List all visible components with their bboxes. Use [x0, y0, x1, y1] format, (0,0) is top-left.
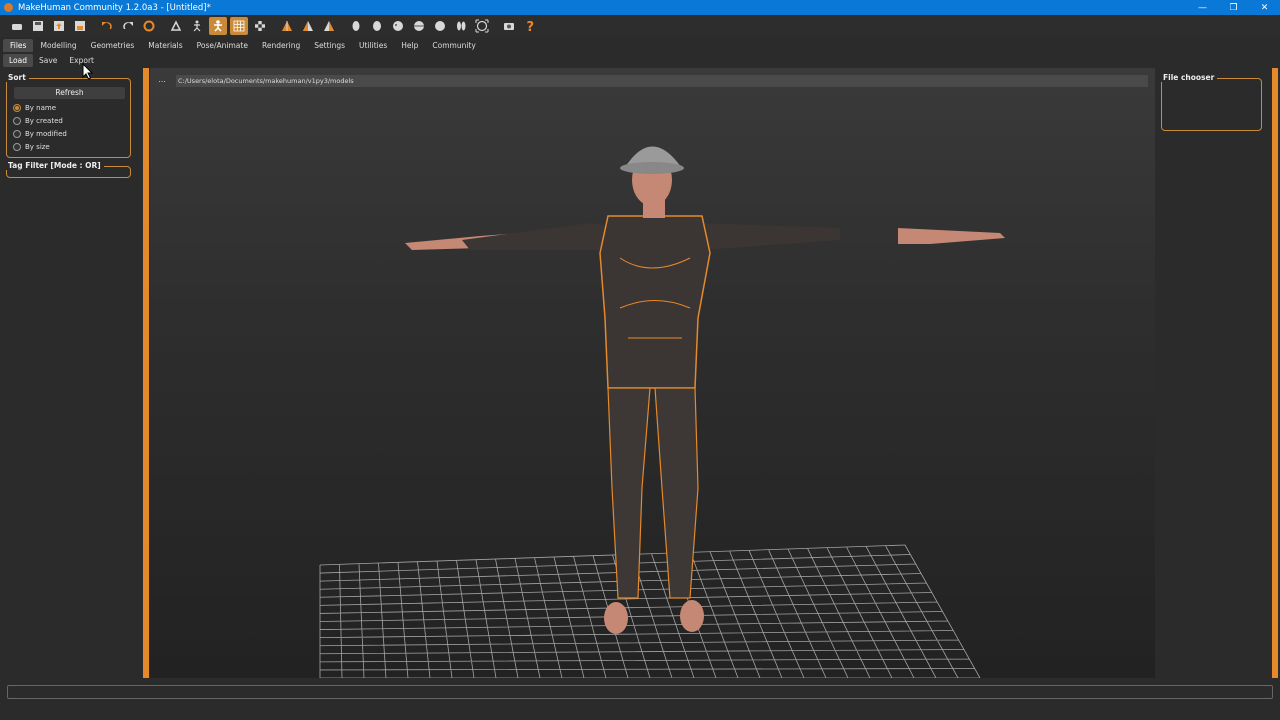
- right-panel-scrollbar[interactable]: [1272, 68, 1278, 678]
- radio-label: By created: [25, 117, 63, 125]
- skeleton-icon[interactable]: [188, 17, 206, 35]
- radio-icon: [13, 130, 21, 138]
- global-camera-icon[interactable]: [431, 17, 449, 35]
- export-icon[interactable]: [50, 17, 68, 35]
- status-bar: [0, 678, 1280, 720]
- window-title: MakeHuman Community 1.2.0a3 - [Untitled]…: [18, 2, 211, 13]
- wireframe-icon[interactable]: [230, 17, 248, 35]
- sort-by-modified[interactable]: By modified: [13, 128, 67, 140]
- radio-icon: [13, 143, 21, 151]
- feet-icon[interactable]: [452, 17, 470, 35]
- file-chooser-title: File chooser: [1160, 73, 1218, 82]
- 3d-viewport[interactable]: [150, 68, 1155, 678]
- radio-label: By size: [25, 143, 50, 151]
- tab-save[interactable]: Save: [33, 54, 63, 67]
- radio-label: By name: [25, 104, 57, 112]
- svg-text:?: ?: [527, 20, 535, 33]
- back-view-icon[interactable]: [299, 17, 317, 35]
- close-button[interactable]: ✕: [1249, 0, 1280, 15]
- left-panel: Sort Refresh By name By created By modif…: [0, 68, 140, 678]
- left-panel-scrollbar[interactable]: [143, 68, 149, 678]
- pose-icon[interactable]: [167, 17, 185, 35]
- maximize-button[interactable]: ❐: [1218, 0, 1249, 15]
- radio-label: By modified: [25, 130, 67, 138]
- tab-settings[interactable]: Settings: [307, 39, 352, 52]
- bottom-view-icon[interactable]: [389, 17, 407, 35]
- window-controls: — ❐ ✕: [1187, 0, 1280, 15]
- help-icon[interactable]: ?: [521, 17, 539, 35]
- tag-filter-title: Tag Filter [Mode : OR]: [5, 161, 104, 170]
- tab-modelling[interactable]: Modelling: [33, 39, 83, 52]
- reset-icon[interactable]: [140, 17, 158, 35]
- path-field[interactable]: C:/Users/elota/Documents/makehuman/v1py3…: [176, 75, 1148, 87]
- app-icon: [4, 3, 13, 12]
- top-view-icon[interactable]: [368, 17, 386, 35]
- right-view-icon[interactable]: [347, 17, 365, 35]
- save-disk-icon[interactable]: [71, 17, 89, 35]
- path-bar: ... C:/Users/elota/Documents/makehuman/v…: [155, 74, 1148, 88]
- tab-pose-animate[interactable]: Pose/Animate: [190, 39, 255, 52]
- frame-icon[interactable]: [473, 17, 491, 35]
- radio-icon: [13, 117, 21, 125]
- sort-by-name[interactable]: By name: [13, 102, 56, 114]
- main-tabs: Files Modelling Geometries Materials Pos…: [0, 38, 483, 52]
- tag-filter-group: Tag Filter [Mode : OR]: [5, 161, 131, 178]
- refresh-button[interactable]: Refresh: [14, 87, 125, 99]
- save-icon[interactable]: [29, 17, 47, 35]
- new-icon[interactable]: [8, 17, 26, 35]
- undo-icon[interactable]: [98, 17, 116, 35]
- redo-icon[interactable]: [119, 17, 137, 35]
- tab-files[interactable]: Files: [3, 39, 34, 52]
- toolbar: ?: [0, 15, 1280, 37]
- status-field: [7, 685, 1273, 699]
- right-panel: File chooser: [1156, 68, 1272, 678]
- browse-button[interactable]: ...: [155, 75, 169, 87]
- grab-screen-icon[interactable]: [500, 17, 518, 35]
- tab-geometries[interactable]: Geometries: [84, 39, 142, 52]
- smooth-icon[interactable]: [209, 17, 227, 35]
- front-view-icon[interactable]: [278, 17, 296, 35]
- sort-by-created[interactable]: By created: [13, 115, 63, 127]
- tab-materials[interactable]: Materials: [141, 39, 189, 52]
- minimize-button[interactable]: —: [1187, 0, 1218, 15]
- mouse-cursor-icon: [82, 63, 94, 80]
- tab-utilities[interactable]: Utilities: [352, 39, 394, 52]
- sort-by-size[interactable]: By size: [13, 141, 50, 153]
- tab-community[interactable]: Community: [425, 39, 482, 52]
- file-chooser-group: File chooser: [1160, 73, 1262, 131]
- background-icon[interactable]: [251, 17, 269, 35]
- tab-help[interactable]: Help: [394, 39, 425, 52]
- human-model: [319, 146, 1005, 678]
- title-bar: MakeHuman Community 1.2.0a3 - [Untitled]…: [0, 0, 1280, 15]
- tab-rendering[interactable]: Rendering: [255, 39, 307, 52]
- tab-load[interactable]: Load: [3, 53, 33, 67]
- radio-icon: [13, 104, 21, 112]
- sort-title: Sort: [5, 73, 29, 82]
- reset-camera-icon[interactable]: [410, 17, 428, 35]
- sort-group: Sort Refresh By name By created By modif…: [5, 73, 131, 158]
- ground-grid: [319, 544, 981, 678]
- left-view-icon[interactable]: [320, 17, 338, 35]
